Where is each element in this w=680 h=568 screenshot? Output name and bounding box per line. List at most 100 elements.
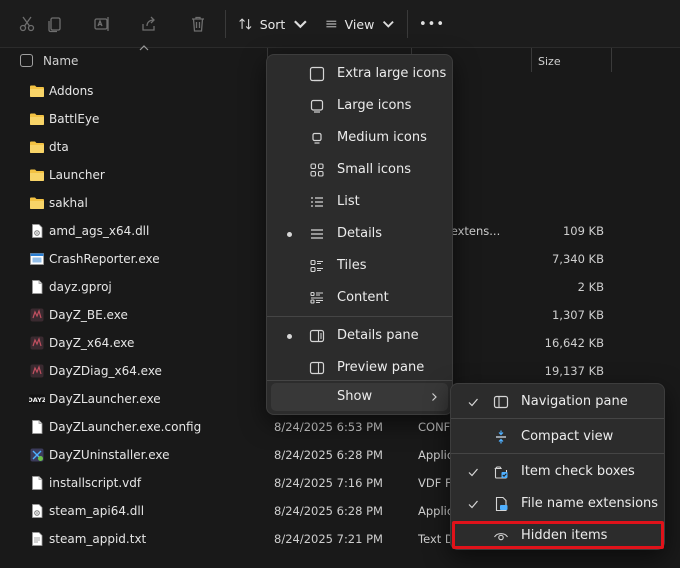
dll-file-icon (32, 224, 43, 238)
view-menu-item-label: Details pane (337, 328, 419, 343)
file-name: steam_appid.txt (49, 532, 147, 546)
view-menu-item-tiles[interactable]: Tiles (271, 251, 448, 281)
view-menu-item-larges-icon[interactable]: Large icons (271, 91, 448, 121)
details-pane-icon (309, 329, 325, 343)
more-options-button[interactable]: ••• (418, 9, 446, 39)
show-menu-item-navigation-pane[interactable]: Navigation pane (455, 387, 660, 417)
view-menu-item-content[interactable]: Content (271, 283, 448, 313)
selected-bullet-icon (287, 334, 292, 339)
view-menu-item-label: Small icons (337, 162, 411, 177)
large-icons-icon (310, 99, 324, 113)
view-menu-item-label: Large icons (337, 98, 412, 113)
folder-icon (30, 113, 44, 125)
hidden-items-highlight (452, 521, 664, 549)
content-icon (310, 291, 323, 304)
file-name: DayZLauncher.exe (49, 392, 161, 406)
navigation-pane-icon (493, 395, 509, 409)
view-menu-item-details[interactable]: Details (271, 219, 448, 249)
uninstaller-icon (30, 448, 44, 462)
view-menu-item-mediums-icon[interactable]: Medium icons (271, 123, 448, 153)
item-check-boxes-icon (494, 466, 508, 479)
file-icon (32, 280, 43, 294)
menu-separator (451, 453, 664, 454)
show-menu-item-item-check-boxes[interactable]: Item check boxes (455, 457, 660, 487)
file-name: amd_ags_x64.dll (49, 224, 150, 238)
view-menu-item-label: Content (337, 290, 389, 305)
show-menu-item-label: Navigation pane (521, 394, 628, 409)
selected-bullet-icon (287, 232, 292, 237)
file-size: 16,642 KB (544, 336, 604, 350)
chevron-down-icon (294, 20, 307, 29)
view-menu-item-label: Medium icons (337, 130, 427, 145)
file-name: DayZ_x64.exe (49, 336, 135, 350)
share-icon[interactable] (134, 9, 164, 39)
command-bar: Sort View ••• (0, 0, 680, 48)
checkmark-icon (468, 468, 478, 477)
list-icon (311, 197, 323, 207)
folder-icon (30, 169, 44, 181)
dll-file-icon (32, 504, 43, 518)
view-menu-item-extra-larges-icon[interactable]: Extra large icons (271, 59, 448, 89)
column-name[interactable]: Name (43, 48, 78, 74)
sort-button[interactable]: Sort (238, 9, 308, 39)
file-name-extensions-icon (495, 496, 508, 512)
file-name: dayz.gproj (49, 280, 112, 294)
cut-icon[interactable] (12, 9, 42, 39)
file-size: 1,307 KB (551, 308, 604, 322)
toolbar-divider (407, 10, 408, 38)
view-menu-item-smalls-icon[interactable]: Small icons (271, 155, 448, 185)
text-file-icon (32, 532, 43, 546)
file-name: dta (49, 140, 69, 154)
column-divider (611, 48, 612, 72)
view-menu-item-list[interactable]: List (271, 187, 448, 217)
show-submenu-item[interactable]: Show (271, 383, 448, 411)
menu-separator (267, 316, 452, 317)
show-menu-item-label: Item check boxes (521, 464, 635, 479)
medium-icons-icon (312, 132, 322, 144)
show-submenu: Navigation pane Compact view Item check bo… (450, 383, 665, 550)
show-menu-item-label: File name extensions (521, 496, 659, 511)
file-name: Launcher (49, 168, 105, 182)
chevron-down-icon (383, 20, 395, 28)
column-size[interactable]: Size (538, 48, 561, 74)
view-menu-item-preview-pane[interactable]: Preview pane (271, 353, 448, 383)
tiles-icon (310, 259, 323, 273)
compact-view-icon (496, 430, 506, 444)
file-name: DayZDiag_x64.exe (49, 364, 162, 378)
dayz-app-icon (30, 336, 44, 350)
file-date: 8/24/2025 6:53 PM (274, 420, 383, 434)
view-menu: Extra large icons Large icons Medium icons… (266, 54, 453, 415)
file-name: sakhal (49, 196, 88, 210)
small-icons-icon (310, 163, 324, 177)
rename-icon[interactable] (87, 9, 117, 39)
view-menu-item-label: List (337, 194, 360, 209)
file-size: 19,137 KB (544, 364, 604, 378)
file-size: 2 KB (577, 280, 604, 294)
view-menu-item-label: Tiles (337, 258, 367, 273)
show-menu-item-file-name-extensions[interactable]: File name extensions (455, 489, 660, 519)
dayz-logo-icon: DAYZ (29, 394, 45, 404)
view-menu-item-label: Preview pane (337, 360, 425, 375)
view-button[interactable]: View (325, 9, 395, 39)
view-menu-item-details-pane[interactable]: Details pane (271, 321, 448, 351)
copy-icon[interactable] (40, 9, 70, 39)
view-menu-item-label: Extra large icons (337, 66, 447, 81)
view-menu-item-label: Details (337, 226, 383, 241)
file-date: 8/24/2025 6:28 PM (274, 504, 383, 518)
folder-icon (30, 85, 44, 97)
file-date: 8/24/2025 7:21 PM (274, 532, 383, 546)
show-menu-item-compact-view[interactable]: Compact view (455, 422, 660, 452)
svg-text:DAYZ: DAYZ (29, 396, 45, 404)
file-name: DayZ_BE.exe (49, 308, 128, 322)
show-label: Show (337, 389, 373, 404)
view-label: View (344, 16, 375, 32)
file-name: Addons (49, 84, 94, 98)
exe-window-icon (30, 253, 44, 265)
sort-label: Sort (259, 16, 286, 32)
file-name: DayZUninstaller.exe (49, 448, 170, 462)
chevron-right-icon (432, 393, 437, 401)
delete-icon[interactable] (183, 9, 213, 39)
details-icon (311, 229, 323, 239)
file-name: installscript.vdf (49, 476, 142, 490)
dayz-app-icon (30, 308, 44, 322)
